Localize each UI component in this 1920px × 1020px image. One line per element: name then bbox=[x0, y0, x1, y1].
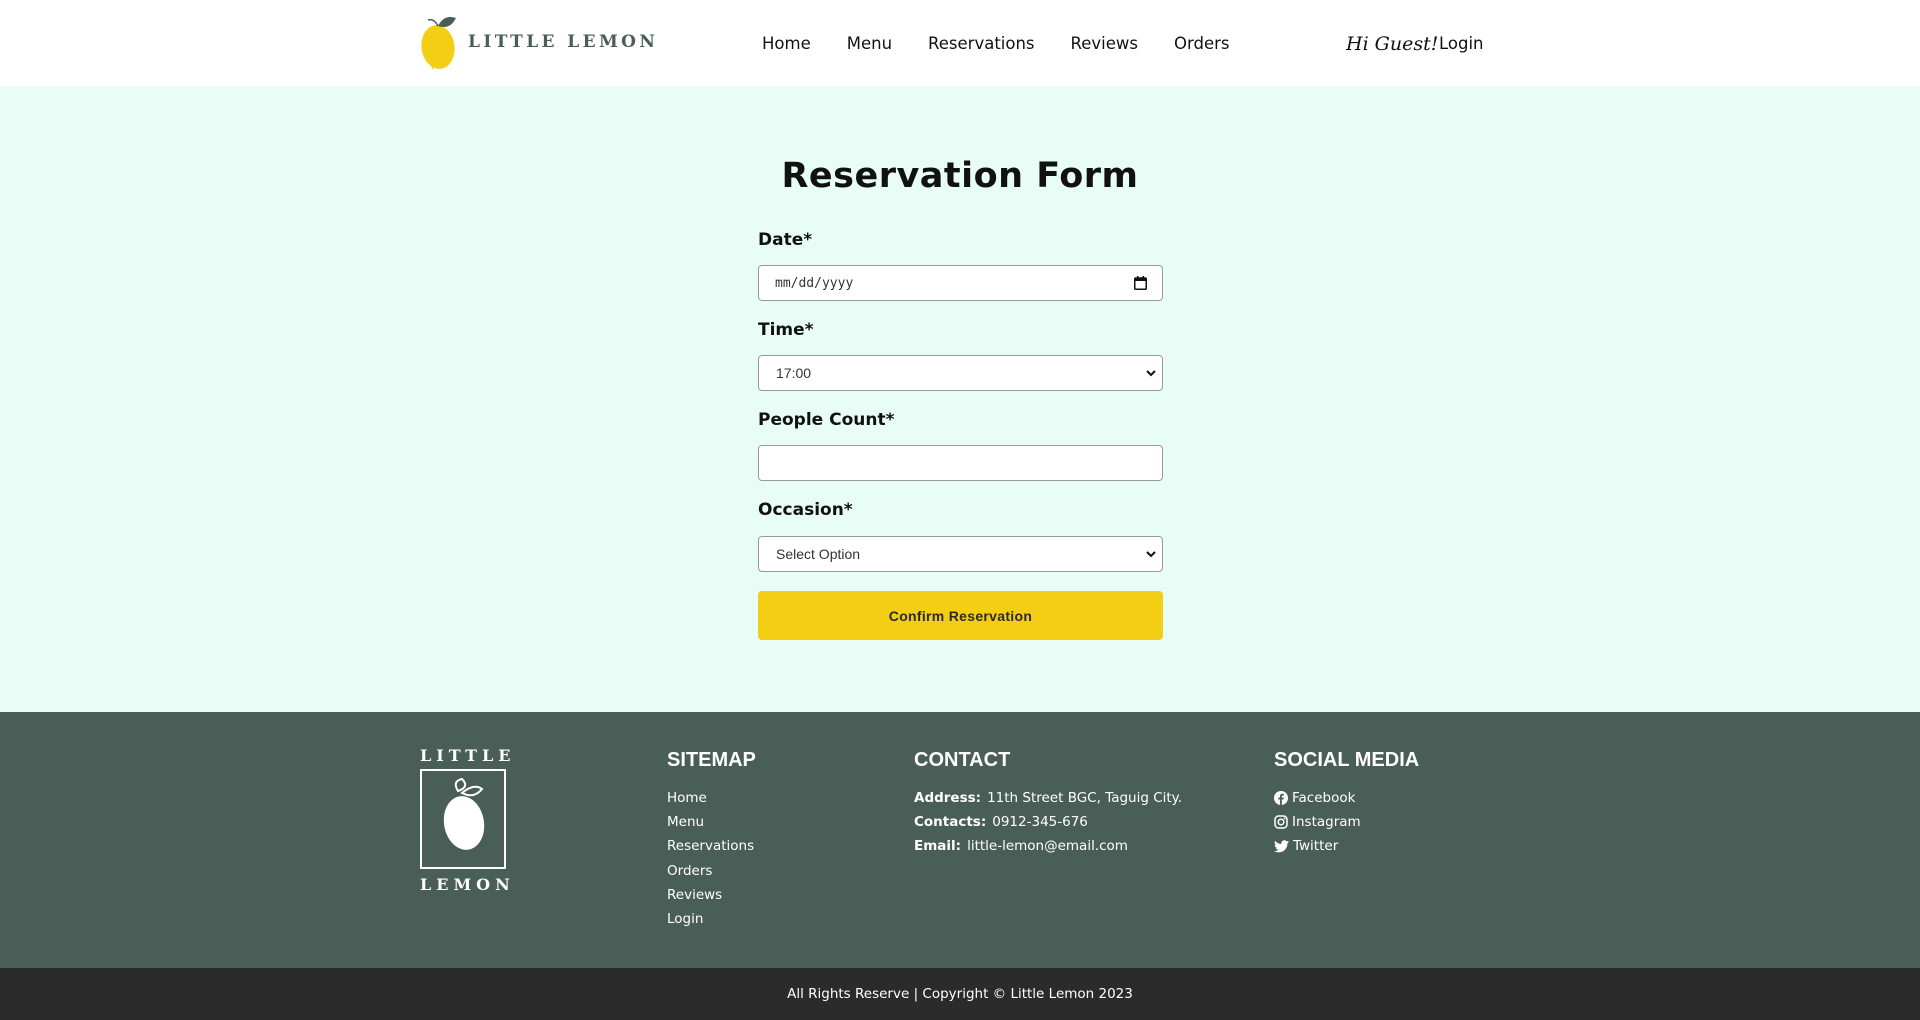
nav-menu[interactable]: Menu bbox=[847, 34, 892, 53]
sitemap-link-login[interactable]: Login bbox=[667, 907, 754, 931]
date-input[interactable]: mm/dd/yyyy bbox=[758, 265, 1163, 301]
calendar-icon[interactable] bbox=[1134, 276, 1147, 290]
social-facebook[interactable]: Facebook bbox=[1274, 786, 1361, 810]
date-placeholder: mm/dd/yyyy bbox=[775, 275, 854, 291]
nav-reviews[interactable]: Reviews bbox=[1071, 34, 1138, 53]
time-label: Time* bbox=[758, 320, 814, 340]
social-title: SOCIAL MEDIA bbox=[1274, 749, 1420, 771]
contact-list: Address: 11th Street BGC, Taguig City. Co… bbox=[914, 786, 1182, 859]
email-value[interactable]: little-lemon@email.com bbox=[967, 838, 1128, 854]
contact-email: Email: little-lemon@email.com bbox=[914, 834, 1182, 858]
instagram-icon bbox=[1274, 815, 1288, 830]
confirm-reservation-button[interactable]: Confirm Reservation bbox=[758, 591, 1163, 640]
email-label: Email: bbox=[914, 838, 962, 855]
logo-text: LITTLE LEMON bbox=[468, 32, 659, 52]
occasion-select[interactable]: Select Option bbox=[758, 536, 1163, 572]
people-count-input[interactable] bbox=[758, 445, 1163, 481]
user-greeting: Hi Guest! bbox=[1346, 33, 1439, 55]
site-header: LITTLE LEMON Home Menu Reservations Revi… bbox=[0, 0, 1920, 86]
contact-title: CONTACT bbox=[914, 749, 1011, 771]
date-label: Date* bbox=[758, 230, 813, 250]
time-value: 17:00 bbox=[776, 365, 812, 381]
footer-logo-top: LITTLE bbox=[420, 746, 516, 765]
nav-orders[interactable]: Orders bbox=[1174, 34, 1230, 53]
address-label: Address: bbox=[914, 790, 982, 806]
sitemap-link-reservations[interactable]: Reservations bbox=[667, 834, 754, 858]
sitemap-link-orders[interactable]: Orders bbox=[667, 859, 754, 883]
copyright-text: All Rights Reserve | Copyright © Little … bbox=[787, 986, 1133, 1002]
sitemap-link-reviews[interactable]: Reviews bbox=[667, 883, 754, 907]
contact-address: Address: 11th Street BGC, Taguig City. bbox=[914, 786, 1182, 810]
address-value: 11th Street BGC, Taguig City. bbox=[987, 790, 1183, 806]
site-logo[interactable]: LITTLE LEMON bbox=[420, 12, 658, 72]
occasion-label: Occasion* bbox=[758, 500, 853, 520]
instagram-label: Instagram bbox=[1292, 814, 1361, 831]
social-instagram[interactable]: Instagram bbox=[1274, 810, 1361, 834]
sitemap-link-menu[interactable]: Menu bbox=[667, 810, 754, 834]
page-title: Reservation Form bbox=[781, 156, 1139, 196]
twitter-label: Twitter bbox=[1293, 838, 1339, 855]
nav-home[interactable]: Home bbox=[762, 34, 811, 53]
chevron-down-icon bbox=[1146, 551, 1156, 558]
contacts-value: 0912-345-676 bbox=[992, 814, 1088, 831]
lemon-logo-icon bbox=[421, 17, 456, 70]
footer-logo-frame bbox=[420, 769, 506, 869]
login-link[interactable]: Login bbox=[1439, 34, 1484, 53]
facebook-label: Facebook bbox=[1292, 790, 1356, 806]
sitemap-list: Home Menu Reservations Orders Reviews Lo… bbox=[667, 786, 754, 931]
sitemap-title: SITEMAP bbox=[667, 749, 756, 771]
chevron-down-icon bbox=[1146, 370, 1156, 377]
contacts-label: Contacts: bbox=[914, 814, 987, 831]
people-count-label: People Count* bbox=[758, 410, 895, 430]
main-nav: Home Menu Reservations Reviews Orders bbox=[762, 34, 1266, 53]
sitemap-link-home[interactable]: Home bbox=[667, 786, 754, 810]
site-footer: LITTLE LEMON SITEMAP Home Menu Reservati… bbox=[0, 712, 1920, 968]
time-select[interactable]: 17:00 bbox=[758, 355, 1163, 391]
footer-logo-bottom: LEMON bbox=[420, 875, 515, 894]
social-list: Facebook Instagram Twitter bbox=[1274, 786, 1361, 859]
copyright-bar: All Rights Reserve | Copyright © Little … bbox=[0, 968, 1920, 1020]
facebook-icon bbox=[1274, 791, 1288, 806]
twitter-icon bbox=[1274, 840, 1289, 853]
social-twitter[interactable]: Twitter bbox=[1274, 834, 1361, 858]
footer-logo[interactable]: LITTLE LEMON bbox=[420, 746, 516, 894]
contact-phone: Contacts: 0912-345-676 bbox=[914, 810, 1182, 834]
nav-reservations[interactable]: Reservations bbox=[928, 34, 1035, 53]
occasion-value: Select Option bbox=[776, 546, 861, 562]
lemon-outline-icon bbox=[443, 777, 485, 850]
